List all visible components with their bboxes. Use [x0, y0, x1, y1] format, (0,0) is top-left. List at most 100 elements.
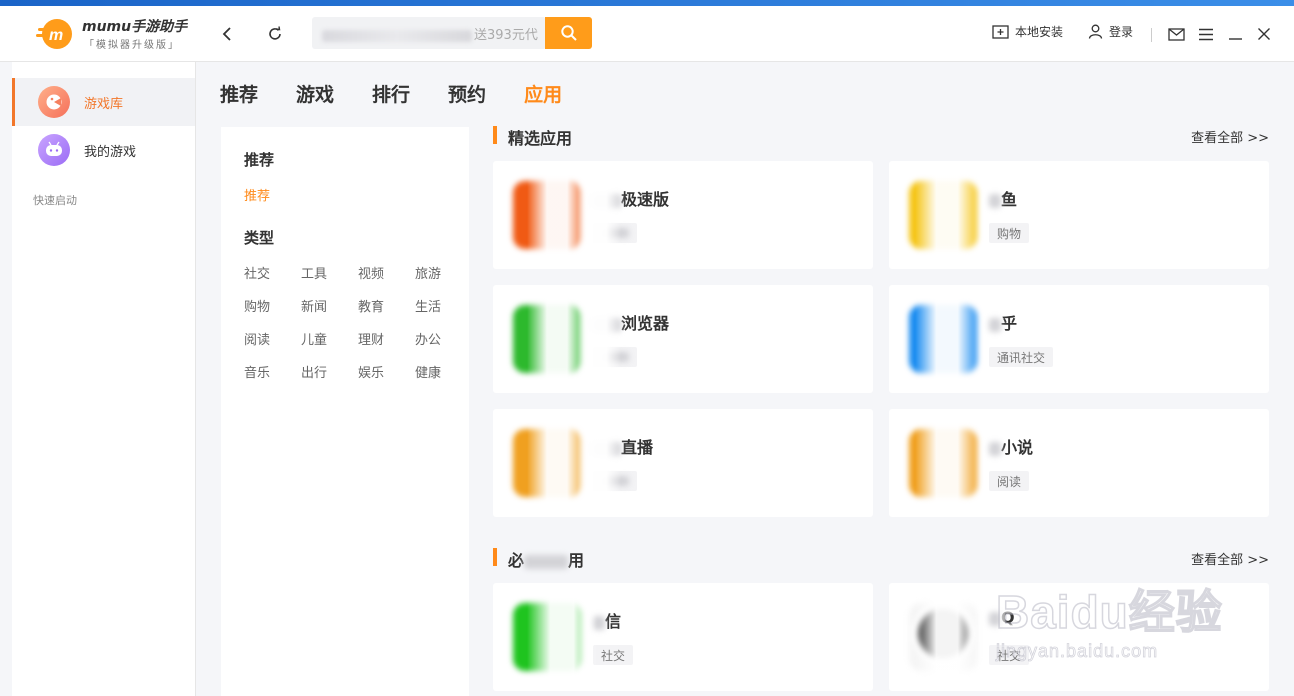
app-name: 极速版 [593, 186, 669, 210]
app-name-blur [593, 441, 621, 456]
app-name-text: 极速版 [621, 190, 670, 209]
app-icon [909, 305, 977, 373]
recommend-heading: 推荐 [244, 151, 275, 169]
section-title: 精选应用 [508, 129, 573, 148]
app-card[interactable]: 极速版 [493, 161, 873, 269]
category-link[interactable]: 阅读 [244, 329, 301, 348]
local-install-label: 本地安装 [1015, 25, 1064, 39]
app-name: 浏览器 [593, 310, 669, 334]
category-link-recommend[interactable]: 推荐 [244, 185, 270, 204]
app-tag: 阅读 [989, 471, 1030, 491]
category-panel: 推荐 推荐 类型 社交 工具 视频 旅游 购物 新闻 教育 生活 阅读 儿童 理… [221, 127, 469, 696]
app-card[interactable]: 信 社交 [493, 583, 873, 691]
app-card[interactable]: 直播 [493, 409, 873, 517]
section-essential-header: 必用 查看全部 >> [493, 547, 1269, 571]
app-card[interactable]: 鱼 购物 [889, 161, 1269, 269]
category-link[interactable]: 教育 [358, 296, 415, 315]
app-icon [513, 305, 581, 373]
app-icon [909, 603, 977, 671]
category-link[interactable]: 健康 [415, 362, 472, 381]
app-name: 小说 [989, 434, 1033, 458]
app-icon [513, 603, 581, 671]
search-button[interactable] [545, 17, 592, 49]
app-tag-blur [601, 227, 629, 238]
category-link[interactable]: 生活 [415, 296, 472, 315]
app-name-blur [989, 441, 1001, 456]
app-icon [513, 429, 581, 497]
local-install-button[interactable]: 本地安装 [992, 23, 1063, 40]
category-link[interactable]: 出行 [301, 362, 358, 381]
minimize-button[interactable] [1224, 23, 1246, 45]
app-name-text: 鱼 [1001, 190, 1018, 209]
sidebar: 游戏库 我的游戏 快速启动 [12, 62, 196, 696]
category-link[interactable]: 购物 [244, 296, 301, 315]
login-button[interactable]: 登录 [1088, 23, 1133, 40]
section-title-start: 必 [508, 551, 525, 570]
see-all-link[interactable]: 查看全部 >> [1191, 127, 1269, 146]
blur-overlay [577, 409, 621, 517]
section-title-blur [524, 554, 569, 569]
app-name-blur [593, 193, 621, 208]
login-label: 登录 [1109, 25, 1134, 39]
sidebar-item-my-games[interactable]: 我的游戏 [12, 126, 195, 174]
app-tag [593, 223, 637, 243]
tab-games[interactable]: 游戏 [296, 80, 334, 107]
app-icon [513, 181, 581, 249]
mail-button[interactable] [1165, 23, 1187, 45]
app-name-text: Q [1001, 608, 1015, 627]
brand-subtitle: 「模拟器升级版」 [84, 40, 180, 51]
menu-button[interactable] [1195, 23, 1217, 45]
sidebar-item-label: 我的游戏 [84, 144, 137, 160]
app-name-text: 信 [605, 612, 622, 631]
user-icon [1088, 24, 1103, 39]
refresh-icon [269, 26, 281, 40]
category-link[interactable]: 社交 [244, 263, 301, 282]
back-button[interactable] [214, 21, 240, 47]
section-title: 必用 [508, 547, 584, 571]
category-link[interactable]: 儿童 [301, 329, 358, 348]
main-tabs: 推荐 游戏 排行 预约 应用 [220, 80, 600, 107]
search-placeholder-text: 送393元代 [474, 28, 538, 43]
app-name: Q [989, 608, 1015, 627]
type-heading: 类型 [244, 229, 275, 247]
category-link[interactable]: 娱乐 [358, 362, 415, 381]
category-link[interactable]: 旅游 [415, 263, 472, 282]
app-tag: 购物 [989, 223, 1030, 243]
category-link[interactable]: 音乐 [244, 362, 301, 381]
category-link[interactable]: 办公 [415, 329, 472, 348]
app-card[interactable]: 浏览器 [493, 285, 873, 393]
my-games-icon [38, 134, 70, 166]
app-window: m mumu手游助手 「模拟器升级版」 送393元代 本地安装 登录 游戏库 我… [0, 0, 1294, 696]
app-card[interactable]: Q 社交 [889, 583, 1269, 691]
tab-ranking[interactable]: 排行 [372, 80, 410, 107]
app-card[interactable]: 乎 通讯社交 [889, 285, 1269, 393]
app-name-blur [593, 615, 605, 630]
section-title-end: 用 [568, 551, 585, 570]
search-placeholder-blur [322, 29, 472, 42]
quick-launch-label: 快速启动 [33, 194, 77, 207]
sidebar-item-game-library[interactable]: 游戏库 [12, 78, 195, 126]
category-link[interactable]: 理财 [358, 329, 415, 348]
chevron-left-icon [222, 27, 231, 41]
tab-reserve[interactable]: 预约 [448, 80, 486, 107]
section-accent-bar [493, 548, 497, 566]
tab-apps[interactable]: 应用 [524, 80, 562, 107]
app-name-text: 乎 [1001, 314, 1018, 333]
tab-recommend[interactable]: 推荐 [220, 80, 258, 107]
app-name: 鱼 [989, 186, 1017, 210]
see-all-link[interactable]: 查看全部 >> [1191, 549, 1269, 568]
section-accent-bar [493, 126, 497, 144]
close-icon [1258, 28, 1270, 40]
category-link[interactable]: 新闻 [301, 296, 358, 315]
refresh-button[interactable] [262, 21, 288, 47]
category-link[interactable]: 视频 [358, 263, 415, 282]
app-card[interactable]: 小说 阅读 [889, 409, 1269, 517]
search-input[interactable]: 送393元代 [312, 17, 546, 49]
brand-name: mumu手游助手 [82, 19, 188, 35]
category-link[interactable]: 工具 [301, 263, 358, 282]
app-name-blur [989, 317, 1001, 332]
close-button[interactable] [1253, 23, 1275, 45]
app-tag [593, 471, 637, 491]
app-name-text: 直播 [621, 438, 654, 457]
app-name: 乎 [989, 310, 1017, 334]
